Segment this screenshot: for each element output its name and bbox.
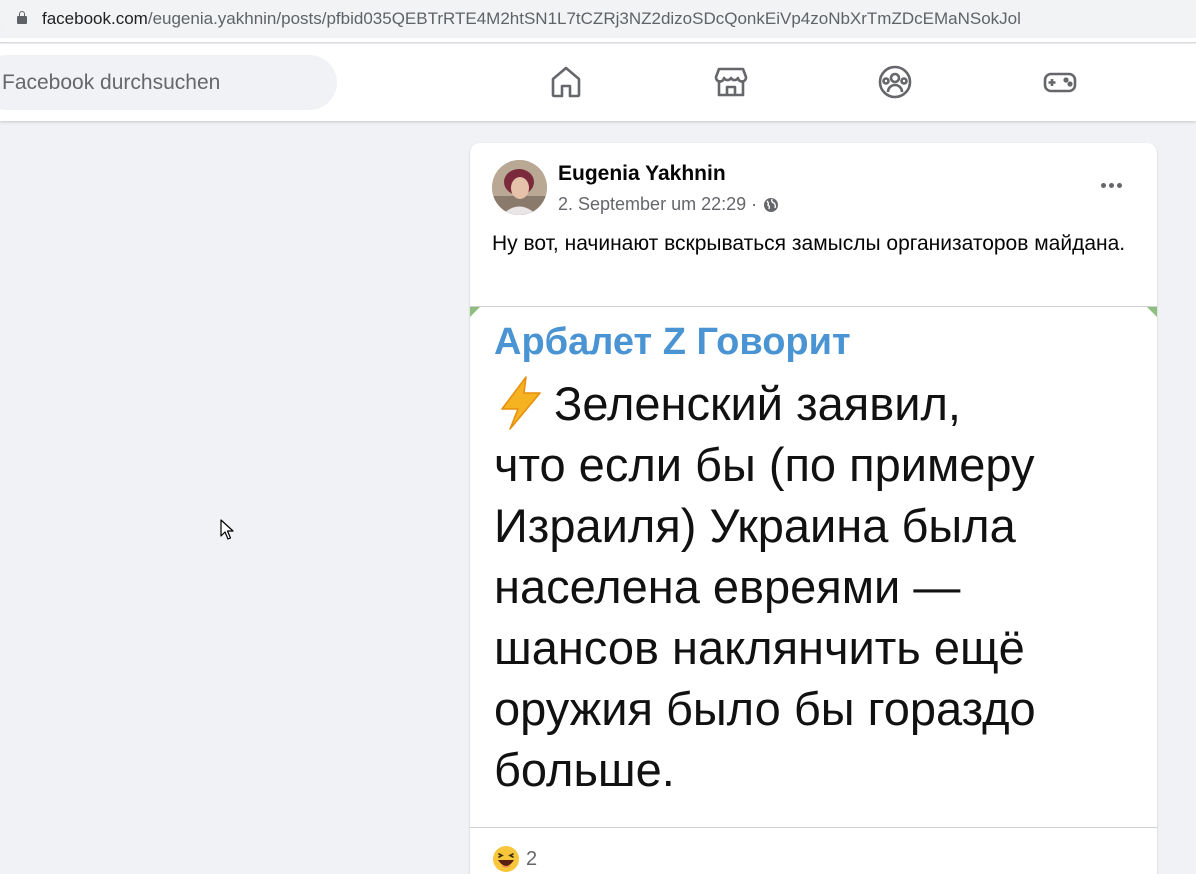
reaction-count[interactable]: 2 <box>526 848 537 871</box>
more-options-icon[interactable] <box>1096 173 1126 197</box>
groups-icon[interactable] <box>877 64 913 100</box>
image-news-text: Зеленский заявил, что если бы (по примеру… <box>494 373 1134 800</box>
url-host: facebook.com <box>42 9 148 28</box>
post-image[interactable]: Арбалет Z Говорит Зеленский заявил, что е… <box>470 306 1157 828</box>
globe-icon <box>763 197 779 213</box>
corner-decoration <box>470 307 480 317</box>
post-card: Eugenia Yakhnin 2. September um 22:29 · … <box>470 143 1157 874</box>
post-timestamp[interactable]: 2. September um 22:29 · <box>558 194 757 215</box>
news-line-1: Зеленский заявил, <box>554 377 961 430</box>
facebook-header: Facebook durchsuchen <box>0 44 1196 121</box>
home-icon[interactable] <box>548 64 584 100</box>
image-channel-name: Арбалет Z Говорит <box>494 321 851 363</box>
reactions-bar[interactable]: 2 <box>492 845 537 873</box>
news-rest: что если бы (по примеру Израиля) Украина… <box>494 438 1036 796</box>
haha-reaction-icon <box>492 845 520 873</box>
post-text: Ну вот, начинают вскрываться замыслы орг… <box>492 232 1126 255</box>
search-placeholder: Facebook durchsuchen <box>2 71 221 94</box>
gaming-icon[interactable] <box>1042 64 1078 100</box>
url-text[interactable]: facebook.com/eugenia.yakhnin/posts/pfbid… <box>42 9 1021 29</box>
corner-decoration <box>1147 307 1157 317</box>
toolbar-divider <box>0 38 1196 43</box>
search-input[interactable]: Facebook durchsuchen <box>0 55 337 110</box>
post-author[interactable]: Eugenia Yakhnin <box>558 162 726 186</box>
lock-icon[interactable] <box>17 11 27 24</box>
mouse-cursor-icon <box>220 519 234 541</box>
address-bar[interactable]: facebook.com/eugenia.yakhnin/posts/pfbid… <box>0 0 1196 38</box>
post-meta: 2. September um 22:29 · <box>558 194 779 215</box>
author-avatar[interactable] <box>492 160 547 215</box>
marketplace-icon[interactable] <box>713 64 749 100</box>
url-path: /eugenia.yakhnin/posts/pfbid035QEBTrRTE4… <box>147 9 1021 28</box>
